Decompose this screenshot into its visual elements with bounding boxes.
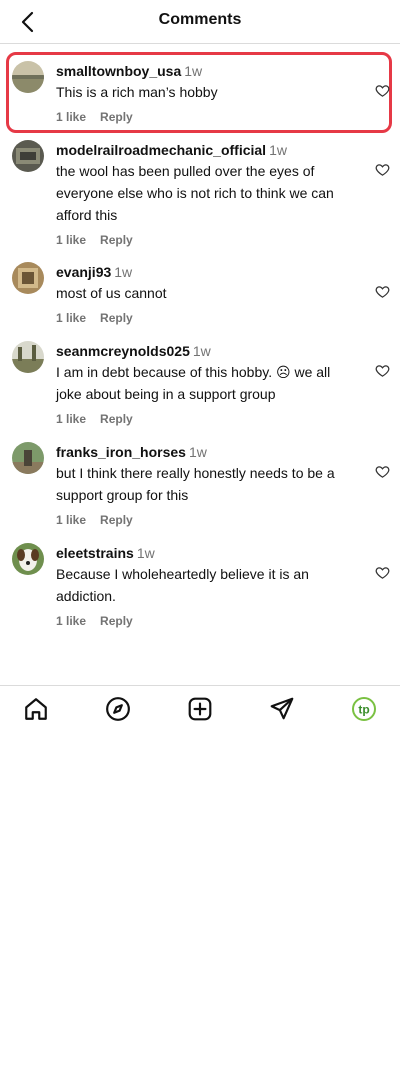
comment-timestamp: 1w xyxy=(136,545,155,561)
reply-button[interactable]: Reply xyxy=(100,110,133,124)
comment-username[interactable]: franks_iron_horses xyxy=(56,444,186,460)
reply-button[interactable]: Reply xyxy=(100,233,133,247)
avatar[interactable] xyxy=(12,442,44,474)
comment-username[interactable]: modelrailroadmechanic_official xyxy=(56,142,266,158)
comment-timestamp: 1w xyxy=(269,142,287,158)
comment-text: the wool has been pulled over the eyes o… xyxy=(56,163,334,223)
comment-timestamp: 1w xyxy=(192,343,211,359)
heart-icon[interactable] xyxy=(375,284,390,299)
comment-likes[interactable]: 1 like xyxy=(56,233,86,247)
comments-header: Comments xyxy=(0,0,400,44)
comment-username[interactable]: evanji93 xyxy=(56,264,111,280)
nav-home-button[interactable] xyxy=(23,696,49,722)
heart-icon[interactable] xyxy=(375,83,390,98)
profile-avatar-icon: tp xyxy=(352,697,376,721)
comment-text: most of us cannot xyxy=(56,285,167,301)
comment-timestamp: 1w xyxy=(114,264,133,280)
comment-text: I am in debt because of this hobby. ☹ we… xyxy=(56,364,331,402)
nav-create-button[interactable] xyxy=(187,696,213,722)
comment-username[interactable]: eleetstrains xyxy=(56,545,134,561)
heart-icon[interactable] xyxy=(375,162,390,177)
comment-likes[interactable]: 1 like xyxy=(56,110,86,124)
comment-timestamp: 1w xyxy=(188,444,207,460)
avatar[interactable] xyxy=(12,140,44,172)
reply-button[interactable]: Reply xyxy=(100,311,133,325)
comment-username[interactable]: smalltownboy_usa xyxy=(56,63,181,79)
reply-button[interactable]: Reply xyxy=(100,412,133,426)
home-icon xyxy=(25,698,47,720)
avatar[interactable] xyxy=(12,543,44,575)
nav-explore-button[interactable] xyxy=(105,696,131,722)
heart-icon[interactable] xyxy=(375,363,390,378)
send-icon xyxy=(270,697,294,720)
comment-likes[interactable]: 1 like xyxy=(56,513,86,527)
bottom-nav: tp xyxy=(0,685,400,731)
comment-text: but I think there really honestly needs … xyxy=(56,465,335,503)
comment-likes[interactable]: 1 like xyxy=(56,412,86,426)
comment-likes[interactable]: 1 like xyxy=(56,614,86,628)
nav-profile-button[interactable]: tp xyxy=(351,696,377,722)
heart-icon[interactable] xyxy=(375,565,390,580)
create-plus-icon xyxy=(188,697,212,721)
profile-initials: tp xyxy=(358,703,369,717)
comment-text: Because I wholeheartedly believe it is a… xyxy=(56,566,309,604)
comment-text: This is a rich man’s hobby xyxy=(56,84,218,100)
heart-icon[interactable] xyxy=(375,464,390,479)
page-title: Comments xyxy=(158,11,242,28)
comment-username[interactable]: seanmcreynolds025 xyxy=(56,343,190,359)
avatar[interactable] xyxy=(12,61,44,93)
nav-send-button[interactable] xyxy=(269,696,295,722)
comment-timestamp: 1w xyxy=(184,63,203,79)
comment-likes[interactable]: 1 like xyxy=(56,311,86,325)
explore-compass-icon xyxy=(106,697,130,721)
reply-button[interactable]: Reply xyxy=(100,614,133,628)
avatar[interactable] xyxy=(12,341,44,373)
avatar[interactable] xyxy=(12,262,44,294)
reply-button[interactable]: Reply xyxy=(100,513,133,527)
